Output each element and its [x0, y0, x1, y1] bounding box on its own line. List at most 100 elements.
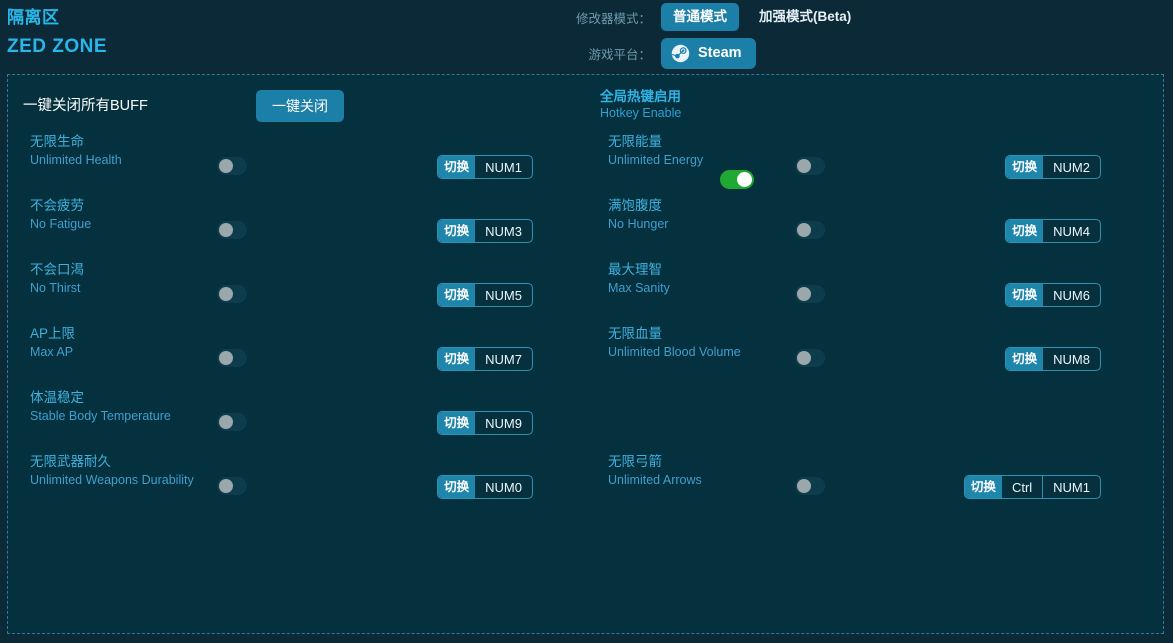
cheat-hotkey-button[interactable]: 切换 NUM3: [437, 219, 533, 243]
cheat-hotkey-key: NUM7: [485, 351, 522, 367]
cheat-hotkey-key: NUM5: [485, 287, 522, 303]
hotkey-enable-label-en: Hotkey Enable: [600, 106, 682, 120]
cheat-hotkey-key: NUM0: [485, 479, 522, 495]
cheat-hotkey-key: Ctrl: [1011, 479, 1033, 495]
cheat-label-cn: 体温稳定: [30, 390, 84, 405]
cheat-label-cn: 最大理智: [608, 262, 662, 277]
cheat-hotkey-button[interactable]: 切换 NUM2: [1005, 155, 1101, 179]
mode-enhanced-button[interactable]: 加强模式(Beta): [747, 3, 863, 31]
cheat-hotkey-action-label: 切换: [1006, 220, 1044, 242]
cheat-label-en: No Hunger: [608, 217, 669, 231]
cheat-toggle-knob: [219, 351, 233, 365]
hotkey-enable-labels: 全局热键启用 Hotkey Enable: [600, 88, 681, 122]
cheat-hotkey-button[interactable]: 切换 NUM5: [437, 283, 533, 307]
cheat-row: 无限弓箭 Unlimited Arrows 切换 Ctrl NUM1: [586, 453, 1164, 517]
cheat-toggle-knob: [797, 287, 811, 301]
cheat-toggle-knob: [219, 159, 233, 173]
trainer-mode-label: 修改器模式：: [575, 11, 651, 26]
platform-steam-label: Steam: [698, 45, 742, 61]
platform-steam-button[interactable]: Steam: [661, 37, 756, 69]
cheat-hotkey-button[interactable]: 切换 NUM6: [1005, 283, 1101, 307]
cheat-toggle[interactable]: [795, 157, 825, 175]
cheat-hotkey-key: NUM1: [485, 159, 522, 175]
cheat-toggle[interactable]: [217, 477, 247, 495]
cheat-hotkey-action-label: 切换: [438, 284, 476, 306]
cheat-hotkey-action-label: 切换: [438, 156, 476, 178]
cheat-labels: 满饱腹度 No Hunger: [608, 197, 788, 233]
cheat-row: 无限能量 Unlimited Energy 切换 NUM2: [586, 133, 1164, 197]
cheat-labels: 无限弓箭 Unlimited Arrows: [608, 453, 788, 489]
cheat-label-cn: 无限血量: [608, 326, 662, 341]
cheat-toggle[interactable]: [217, 349, 247, 367]
cheat-hotkey-button[interactable]: 切换 Ctrl NUM1: [963, 475, 1101, 499]
game-title-en: ZED ZONE: [7, 36, 108, 57]
cheat-hotkey-button[interactable]: 切换 NUM0: [437, 475, 533, 499]
cheat-toggle[interactable]: [217, 413, 247, 431]
cheat-row: 无限生命 Unlimited Health 切换 NUM1: [8, 133, 586, 197]
cheat-hotkey-action-label: 切换: [1006, 284, 1044, 306]
cheat-toggle[interactable]: [795, 285, 825, 303]
header-controls: 修改器模式： 普通模式 加强模式(Beta) 游戏平台： Steam: [553, 0, 1173, 74]
cheat-labels: 不会疲劳 No Fatigue: [30, 197, 210, 233]
cheat-label-en: Unlimited Arrows: [608, 473, 702, 487]
cheat-toggle-knob: [797, 351, 811, 365]
cheat-labels: 体温稳定 Stable Body Temperature: [30, 389, 210, 425]
cheat-hotkey-button[interactable]: 切换 NUM9: [437, 411, 533, 435]
cheat-hotkey-key: NUM4: [1053, 223, 1090, 239]
cheat-label-cn: AP上限: [30, 326, 76, 341]
cheat-labels: 无限武器耐久 Unlimited Weapons Durability: [30, 453, 210, 489]
cheat-label-cn: 满饱腹度: [608, 198, 662, 213]
cheat-hotkey-button[interactable]: 切换 NUM4: [1005, 219, 1101, 243]
cheat-label-en: Unlimited Blood Volume: [608, 345, 741, 359]
cheat-toggle[interactable]: [795, 349, 825, 367]
cheat-label-cn: 无限弓箭: [608, 454, 662, 469]
cheat-toggle-knob: [797, 479, 811, 493]
game-platform-label: 游戏平台：: [588, 47, 651, 62]
cheat-hotkey-action-label: 切换: [1006, 156, 1044, 178]
cheat-label-en: Unlimited Energy: [608, 153, 704, 167]
cheats-panel: 一键关闭所有BUFF 一键关闭 全局热键启用 Hotkey Enable 无限生…: [7, 74, 1164, 634]
cheat-label-en: Max Sanity: [608, 281, 670, 295]
cheat-toggle[interactable]: [217, 285, 247, 303]
cheat-toggle[interactable]: [217, 157, 247, 175]
cheat-hotkey-action-label: 切换: [964, 476, 1002, 498]
cheat-label-cn: 无限武器耐久: [30, 454, 111, 469]
cheat-hotkey-action-label: 切换: [438, 220, 476, 242]
cheat-label-cn: 无限能量: [608, 134, 662, 149]
cheat-hotkey-key: NUM1: [1042, 476, 1100, 498]
cheat-labels: 最大理智 Max Sanity: [608, 261, 788, 297]
cheat-label-cn: 不会疲劳: [30, 198, 84, 213]
cheat-label-cn: 无限生命: [30, 134, 84, 149]
cheat-labels: AP上限 Max AP: [30, 325, 210, 361]
cheat-row: 不会疲劳 No Fatigue 切换 NUM3: [8, 197, 586, 261]
mode-normal-button[interactable]: 普通模式: [661, 3, 739, 31]
cheat-label-en: Stable Body Temperature: [30, 409, 171, 423]
cheat-label-en: No Thirst: [30, 281, 81, 295]
cheat-labels: 无限生命 Unlimited Health: [30, 133, 210, 169]
disable-all-buffs-button[interactable]: 一键关闭: [256, 90, 344, 122]
cheat-hotkey-action-label: 切换: [438, 348, 476, 370]
cheat-hotkey-key: NUM3: [485, 223, 522, 239]
steam-icon: [671, 44, 690, 63]
cheat-toggle-knob: [219, 479, 233, 493]
cheat-labels: 不会口渴 No Thirst: [30, 261, 210, 297]
cheat-toggle[interactable]: [217, 221, 247, 239]
game-title-block: 隔离区 ZED ZONE: [7, 8, 107, 58]
cheat-hotkey-button[interactable]: 切换 NUM7: [437, 347, 533, 371]
panel-top-strip: 一键关闭所有BUFF 一键关闭 全局热键启用 Hotkey Enable: [8, 75, 1163, 133]
cheat-hotkey-key: NUM6: [1053, 287, 1090, 303]
cheat-label-en: Max AP: [30, 345, 74, 359]
cheat-row: AP上限 Max AP 切换 NUM7: [8, 325, 586, 389]
cheat-hotkey-key: NUM2: [1053, 159, 1090, 175]
cheat-toggle[interactable]: [795, 477, 825, 495]
cheat-hotkey-action-label: 切换: [438, 412, 476, 434]
game-title-cn: 隔离区: [7, 8, 60, 27]
cheat-toggle-knob: [797, 223, 811, 237]
hotkey-enable-label-cn: 全局热键启用: [600, 89, 681, 104]
cheat-toggle-knob: [797, 159, 811, 173]
cheat-hotkey-button[interactable]: 切换 NUM1: [437, 155, 533, 179]
cheat-toggle[interactable]: [795, 221, 825, 239]
cheat-row: 体温稳定 Stable Body Temperature 切换 NUM9: [8, 389, 586, 453]
cheat-hotkey-action-label: 切换: [438, 476, 476, 498]
cheat-hotkey-button[interactable]: 切换 NUM8: [1005, 347, 1101, 371]
